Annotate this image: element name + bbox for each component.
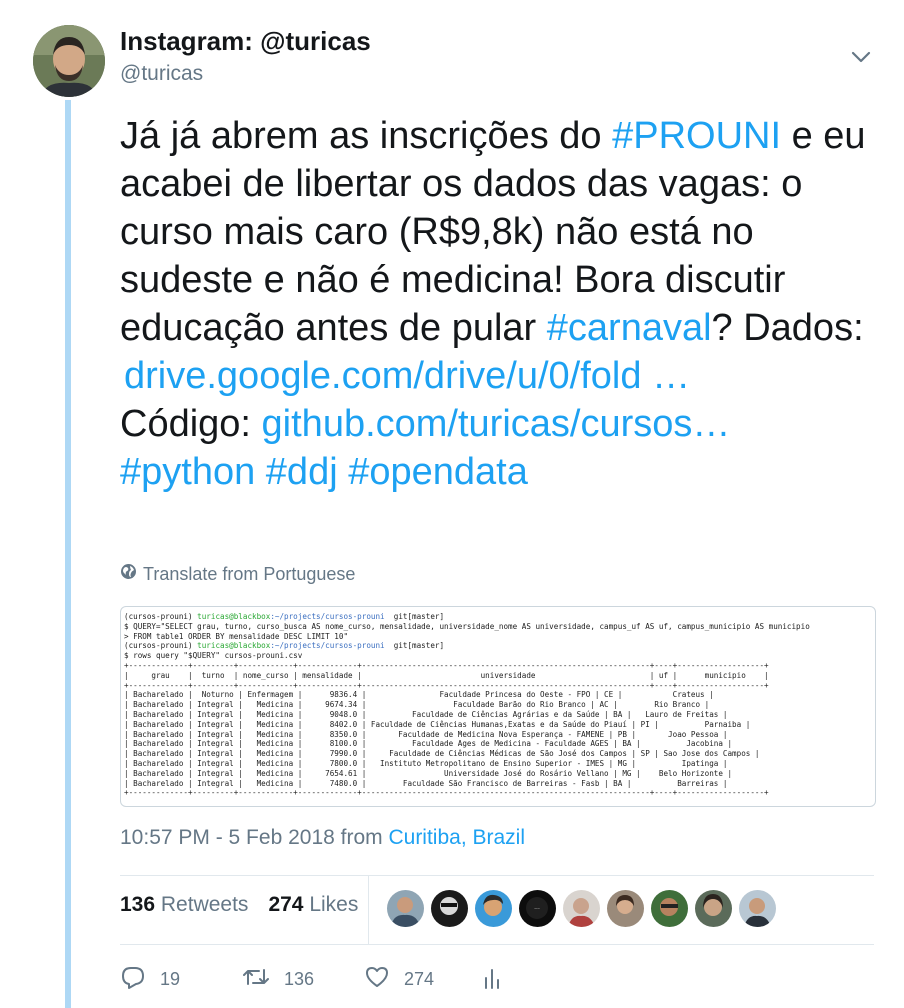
tweet-text-part: Já já abrem as inscrições do xyxy=(120,115,613,157)
user-handle[interactable]: @turicas xyxy=(120,62,371,86)
globe-icon xyxy=(120,563,137,585)
avatar[interactable] xyxy=(33,25,105,97)
terminal-line: > FROM table1 ORDER BY mensalidade DESC … xyxy=(124,631,349,641)
drive-link[interactable]: drive.google.com/drive/u/0/fold … xyxy=(120,355,690,397)
reply-count: 19 xyxy=(160,968,181,989)
terminal-line: +-------------+---------+------------+--… xyxy=(124,788,769,798)
terminal-line: | Bacharelado | Integral | Medicina | 84… xyxy=(124,719,751,729)
terminal-prompt-user: turicas@blackbox xyxy=(197,641,271,651)
tweet-header: Instagram: @turicas @turicas xyxy=(120,26,371,86)
liker-avatar[interactable] xyxy=(739,890,776,927)
likes-count: 274 xyxy=(268,893,304,916)
like-count: 274 xyxy=(404,968,435,989)
stats-separator xyxy=(368,876,369,944)
retweets-label: Retweets xyxy=(160,893,249,916)
display-name[interactable]: Instagram: @turicas xyxy=(120,26,371,56)
liker-avatar[interactable] xyxy=(431,890,468,927)
terminal-line: $ rows query "$QUERY" cursos-prouni.csv xyxy=(124,651,303,661)
terminal-line: $ QUERY="SELECT grau, turno, curso_busca… xyxy=(124,621,810,631)
retweets-stat[interactable]: 136 Retweets xyxy=(120,893,248,917)
terminal-line: | Bacharelado | Integral | Medicina | 74… xyxy=(124,778,728,788)
terminal-line: | Bacharelado | Noturno | Enfermagem | 9… xyxy=(124,690,714,700)
retweet-button[interactable]: 136 xyxy=(242,964,364,995)
thread-line xyxy=(65,100,71,1008)
liker-avatar[interactable] xyxy=(695,890,732,927)
hashtag-ddj[interactable]: #ddj xyxy=(266,451,338,493)
retweet-icon xyxy=(242,964,270,995)
terminal-line: | Bacharelado | Integral | Medicina | 90… xyxy=(124,709,728,719)
likes-stat[interactable]: 274 Likes xyxy=(268,893,358,917)
terminal-prompt-path: :~/projects/cursos-prouni xyxy=(270,641,385,651)
tweet-text: Já já abrem as inscrições do #PROUNI e e… xyxy=(120,112,880,496)
reply-icon xyxy=(120,964,146,995)
terminal-line: | Bacharelado | Integral | Medicina | 79… xyxy=(124,749,760,759)
terminal-line: | grau | turno | nome_curso | mensalidad… xyxy=(124,670,769,680)
svg-text:···: ··· xyxy=(534,906,540,913)
terminal-line: | Bacharelado | Integral | Medicina | 83… xyxy=(124,729,728,739)
translate-label: Translate from Portuguese xyxy=(143,563,356,584)
terminal-prompt-rest: git[master] xyxy=(384,641,445,651)
terminal-line: (cursos-prouni) turicas@blackbox:~/proje… xyxy=(124,641,872,651)
terminal-prompt-p1: (cursos-prouni) xyxy=(124,641,198,651)
like-button[interactable]: 274 xyxy=(364,964,482,995)
tweet-text-part: Código: xyxy=(120,403,262,445)
terminal-prompt-rest: git[master] xyxy=(384,612,445,621)
hashtag-carnaval[interactable]: #carnaval xyxy=(547,307,712,349)
liker-avatar[interactable] xyxy=(475,890,512,927)
terminal-line: +-------------+---------+------------+--… xyxy=(124,660,769,670)
liker-avatar[interactable] xyxy=(563,890,600,927)
terminal-line: +-------------+---------+------------+--… xyxy=(124,680,769,690)
hashtag-python[interactable]: #python xyxy=(120,451,255,493)
retweets-count: 136 xyxy=(120,893,156,916)
translate-link[interactable]: Translate from Portuguese xyxy=(120,563,355,585)
timestamp-date[interactable]: 10:57 PM - 5 Feb 2018 from xyxy=(120,826,388,849)
heart-icon xyxy=(364,964,390,995)
terminal-line: | Bacharelado | Integral | Medicina | 78… xyxy=(124,758,728,768)
hashtag-opendata[interactable]: #opendata xyxy=(348,451,528,493)
terminal-prompt-p1: (cursos-prouni) xyxy=(124,612,198,621)
hashtag-prouni[interactable]: #PROUNI xyxy=(612,115,781,157)
terminal-line: (cursos-prouni) turicas@blackbox:~/proje… xyxy=(124,612,872,622)
likes-label: Likes xyxy=(309,893,359,916)
analytics-button[interactable] xyxy=(482,964,502,995)
engagement-stats: 136 Retweets 274 Likes xyxy=(120,893,368,917)
attached-image[interactable]: (cursos-prouni) turicas@blackbox:~/proje… xyxy=(120,606,876,807)
analytics-icon xyxy=(482,964,502,995)
liker-avatar[interactable]: ··· xyxy=(519,890,556,927)
tweet-location[interactable]: Curitiba, Brazil xyxy=(388,826,525,849)
github-link[interactable]: github.com/turicas/cursos… xyxy=(262,403,731,445)
liker-avatar[interactable] xyxy=(651,890,688,927)
tweet-actions: 19 136 274 xyxy=(120,962,502,996)
liker-avatar[interactable] xyxy=(607,890,644,927)
divider xyxy=(120,944,874,945)
tweet-text-part: ? Dados: xyxy=(711,307,864,349)
liker-avatars: ··· xyxy=(387,890,776,927)
chevron-down-icon[interactable] xyxy=(848,44,874,70)
terminal-screenshot: (cursos-prouni) turicas@blackbox:~/proje… xyxy=(124,612,872,798)
terminal-line: | Bacharelado | Integral | Medicina | 76… xyxy=(124,768,733,778)
tweet-timestamp: 10:57 PM - 5 Feb 2018 from Curitiba, Bra… xyxy=(120,826,525,850)
terminal-prompt-path: :~/projects/cursos-prouni xyxy=(270,612,385,621)
retweet-count: 136 xyxy=(284,968,315,989)
terminal-line: | Bacharelado | Integral | Medicina | 81… xyxy=(124,739,733,749)
terminal-prompt-user: turicas@blackbox xyxy=(197,612,271,621)
liker-avatar[interactable] xyxy=(387,890,424,927)
divider xyxy=(120,875,874,876)
reply-button[interactable]: 19 xyxy=(120,964,242,995)
terminal-line: | Bacharelado | Integral | Medicina | 96… xyxy=(124,700,710,710)
